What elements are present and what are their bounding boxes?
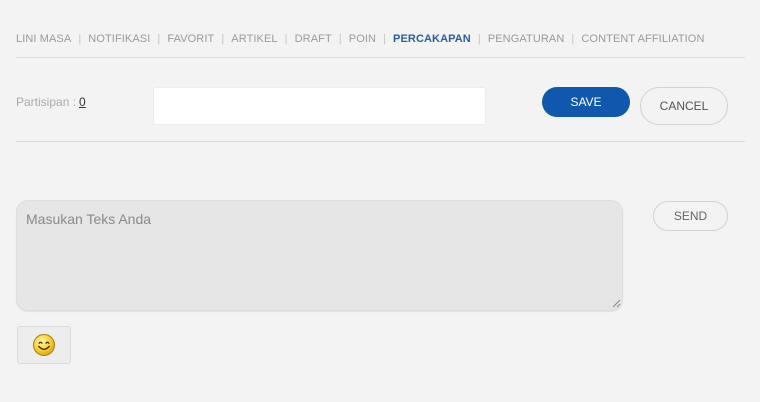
nav-item-content-affiliation[interactable]: CONTENT AFFILIATION [581, 33, 704, 45]
smiley-face-icon [33, 334, 55, 356]
nav-item-percakapan[interactable]: PERCAKAPAN [393, 33, 471, 45]
nav-item-favorit[interactable]: FAVORIT [167, 33, 214, 45]
nav-separator: | [78, 33, 82, 45]
nav-separator: | [338, 33, 342, 45]
resize-handle-icon[interactable] [612, 299, 621, 308]
nav-item-artikel[interactable]: ARTIKEL [231, 33, 277, 45]
nav-separator: | [221, 33, 225, 45]
nav-item-poin[interactable]: POIN [349, 33, 376, 45]
nav-item-draft[interactable]: DRAFT [295, 33, 332, 45]
nav-separator: | [477, 33, 481, 45]
emoji-button[interactable] [17, 326, 71, 364]
nav-item-notifikasi[interactable]: NOTIFIKASI [88, 33, 150, 45]
cancel-button[interactable]: CANCEL [640, 87, 728, 125]
participants-count-link[interactable]: 0 [79, 95, 86, 109]
nav-separator: | [157, 33, 161, 45]
profile-nav: LINI MASA | NOTIFIKASI | FAVORIT | ARTIK… [16, 33, 746, 45]
nav-separator: | [284, 33, 288, 45]
participants-field: Partisipan :0 [16, 95, 86, 109]
participants-label: Partisipan : [16, 95, 77, 109]
participant-input[interactable] [153, 87, 486, 125]
message-textarea[interactable] [16, 200, 623, 311]
nav-divider [16, 57, 745, 58]
nav-separator: | [571, 33, 575, 45]
nav-item-pengaturan[interactable]: PENGATURAN [488, 33, 565, 45]
nav-separator: | [383, 33, 387, 45]
save-button[interactable]: SAVE [542, 87, 630, 117]
nav-item-lini-masa[interactable]: LINI MASA [16, 33, 71, 45]
send-button[interactable]: SEND [653, 201, 728, 231]
section-divider [16, 141, 745, 142]
